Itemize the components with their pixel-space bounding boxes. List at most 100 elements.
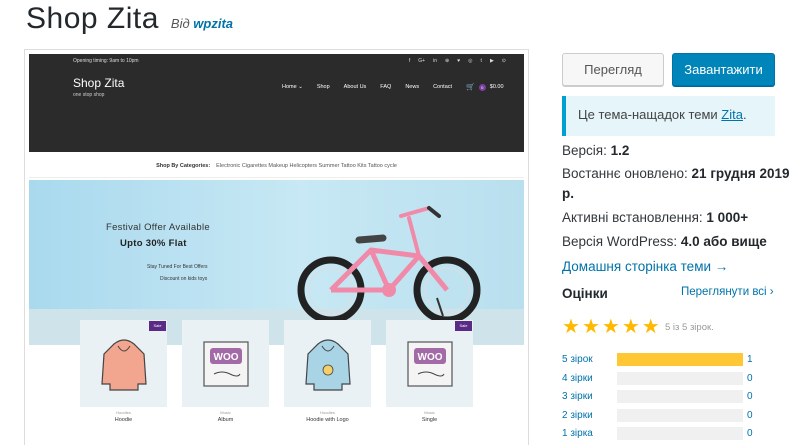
rating-bar-row[interactable]: 2 зірки 0 xyxy=(562,408,782,423)
rating-bar-row[interactable]: 5 зірок 1 xyxy=(562,353,782,367)
rating-bar-label[interactable]: 5 зірок xyxy=(562,354,593,365)
installs-row: Активні встановлення: 1 000+ xyxy=(562,210,748,225)
product-category: Music xyxy=(220,410,231,415)
rating-bar-row[interactable]: 1 зірка 0 xyxy=(562,427,782,441)
cart-total: $0.00 xyxy=(489,84,504,90)
rating-bar-count[interactable]: 1 xyxy=(747,354,753,365)
rating-text: 5 із 5 зірок. xyxy=(665,322,714,333)
rating-bar-count[interactable]: 0 xyxy=(747,391,753,402)
demo-categories-label: Shop By Categories: xyxy=(156,162,211,169)
demo-products-grid: Sale Hoodies Hoodie WOO Music Album Hoodies Hoo… xyxy=(80,320,473,423)
hoodie-icon xyxy=(304,338,351,391)
wp-version-value: 4.0 або вище xyxy=(680,234,767,249)
rating-bar-label[interactable]: 2 зірки xyxy=(562,410,593,421)
social-icon: ♥ xyxy=(457,58,461,64)
rating-bar-track xyxy=(617,390,743,403)
star-icon: ★ xyxy=(641,316,660,338)
social-icon: ⊕ xyxy=(445,58,450,64)
demo-menu-item: Shop xyxy=(316,84,330,90)
demo-product-card: Sale Hoodies Hoodie xyxy=(80,320,167,423)
product-name: Album xyxy=(217,417,234,423)
star-icon: ★ xyxy=(581,316,600,338)
hero-line2: Upto 30% Flat xyxy=(120,238,187,249)
sale-badge: Sale xyxy=(149,321,166,331)
demo-menu-item: News xyxy=(405,84,420,90)
social-icon: f xyxy=(408,58,411,64)
download-button[interactable]: Завантажити xyxy=(672,53,775,86)
product-name: Hoodie with Logo xyxy=(306,417,349,423)
product-category: Hoodies xyxy=(320,410,335,415)
wp-version-row: Версія WordPress: 4.0 або вище xyxy=(562,234,767,249)
social-icon: ▶ xyxy=(489,58,494,64)
bicycle-image xyxy=(297,206,481,324)
theme-author: Від wpzita xyxy=(171,16,233,31)
rating-bar-row[interactable]: 3 зірки 0 xyxy=(562,390,782,404)
demo-cart: 🛒 0 $0.00 xyxy=(466,83,504,91)
updated-value-suffix: р. xyxy=(562,186,574,201)
demo-social-icons: f G+ in ⊕ ♥ ◎ t ▶ ⊙ xyxy=(409,58,506,64)
rating-bar-track xyxy=(617,408,743,422)
demo-menu-item: Contact xyxy=(433,84,453,90)
product-image: WOO xyxy=(182,320,269,407)
parent-theme-link[interactable]: Zita xyxy=(721,107,743,122)
rating-bar-row[interactable]: 4 зірки 0 xyxy=(562,371,782,386)
demo-opening-hours: Opening timing: 9am to 10pm xyxy=(73,58,139,64)
child-theme-notice: Це тема-нащадок теми Zita. xyxy=(562,96,775,136)
social-icon: in xyxy=(433,58,437,64)
all-reviews-link[interactable]: Переглянути всі › xyxy=(681,286,774,298)
preview-button[interactable]: Перегляд xyxy=(562,53,664,86)
product-image xyxy=(284,320,371,407)
demo-menu-item: About Us xyxy=(343,84,367,90)
installs-value: 1 000+ xyxy=(706,210,749,225)
rating-bar-count[interactable]: 0 xyxy=(747,428,753,439)
rating-bar-count[interactable]: 0 xyxy=(747,373,753,384)
woo-album-icon: WOO xyxy=(202,340,249,387)
theme-screenshot: Opening timing: 9am to 10pm f G+ in ⊕ ♥ ◎ t ▶ ⊙ … xyxy=(24,49,529,445)
hoodie-icon xyxy=(100,338,147,391)
hero-line1: Festival Offer Available xyxy=(106,222,211,233)
notice-end: . xyxy=(742,107,747,122)
star-icon: ★ xyxy=(562,316,580,338)
wp-version-label: Версія WordPress: xyxy=(562,234,681,249)
version-value: 1.2 xyxy=(610,143,630,158)
updated-label: Востаннє оновлено: xyxy=(562,166,692,181)
author-link[interactable]: wpzita xyxy=(193,16,233,31)
theme-title: Shop Zita xyxy=(26,2,159,35)
demo-categories-list: Electronic Cigarettes Makeup Helicopters… xyxy=(216,162,397,169)
product-name: Single xyxy=(421,417,438,423)
star-icon: ★ xyxy=(621,316,640,338)
demo-tagline: one stop shop xyxy=(73,92,105,98)
demo-menu-item: Home ⌄ xyxy=(282,84,303,90)
rating-bar-track xyxy=(617,353,743,366)
social-icon: ◎ xyxy=(468,58,473,64)
star-rating: ★ ★ ★ ★ ★ xyxy=(562,317,660,337)
hero-line3: Stay Tuned For Best Offers xyxy=(147,264,208,270)
social-icon: G+ xyxy=(418,58,426,64)
updated-value: 21 грудня 2019 xyxy=(691,166,790,181)
updated-row-cont: р. xyxy=(562,186,574,201)
product-category: Music xyxy=(424,410,435,415)
woo-album-icon: WOO xyxy=(406,340,453,387)
demo-menu-item: FAQ xyxy=(380,84,392,90)
rating-bar-label[interactable]: 3 зірки xyxy=(562,391,593,402)
product-image: WOO Sale xyxy=(386,320,473,407)
rating-bar-track xyxy=(617,371,743,385)
rating-bar-label[interactable]: 4 зірки xyxy=(562,373,593,384)
author-prefix: Від xyxy=(170,16,190,31)
hero-line4: Discount on kids toys xyxy=(160,276,208,282)
version-row: Версія: 1.2 xyxy=(562,143,629,158)
svg-text:WOO: WOO xyxy=(417,352,442,363)
sale-badge: Sale xyxy=(455,321,472,331)
cart-icon: 🛒 xyxy=(466,84,475,91)
product-image: Sale xyxy=(80,320,167,407)
installs-label: Активні встановлення: xyxy=(562,210,707,225)
rating-bar-label[interactable]: 1 зірка xyxy=(562,428,593,439)
demo-menu: Home ⌄ Shop About Us FAQ News Contact 🛒 0 $0.00 xyxy=(282,83,504,91)
star-icon: ★ xyxy=(601,316,620,338)
theme-header: Shop Zita Від wpzita xyxy=(26,2,233,40)
theme-homepage-link[interactable]: Домашня сторінка теми → xyxy=(562,259,728,274)
demo-product-card: WOO Music Album xyxy=(182,320,269,423)
rating-bar-count[interactable]: 0 xyxy=(747,410,753,421)
version-label: Версія: xyxy=(562,143,611,158)
product-name: Hoodie xyxy=(114,417,133,423)
